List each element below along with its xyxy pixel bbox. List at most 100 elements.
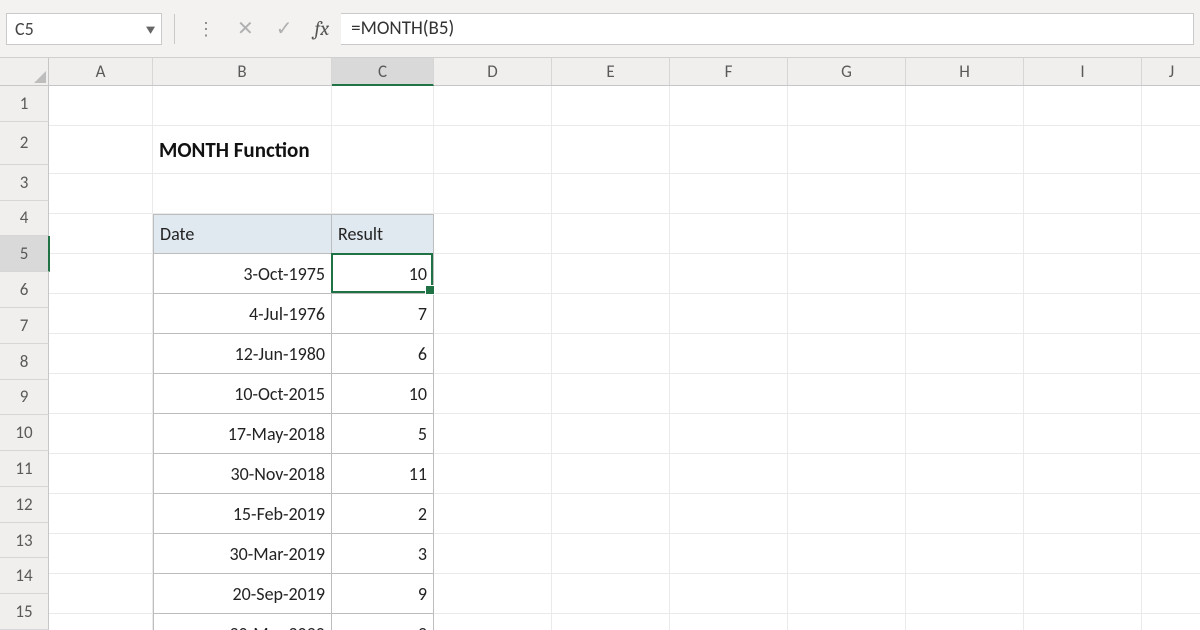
cell-G1[interactable] (788, 86, 906, 126)
row-header-9[interactable]: 9 (0, 380, 49, 416)
fx-icon[interactable]: fx (315, 17, 330, 40)
cell-J4[interactable] (1142, 214, 1200, 254)
row-header-13[interactable]: 13 (0, 523, 49, 559)
chevron-down-icon[interactable]: ▾ (146, 20, 155, 38)
row-header-15[interactable]: 15 (0, 594, 49, 630)
cell-E2[interactable] (552, 126, 670, 174)
cell-J14[interactable] (1142, 614, 1200, 630)
row-header-4[interactable]: 4 (0, 201, 49, 237)
cell-H8[interactable] (906, 374, 1024, 414)
cell-H3[interactable] (906, 174, 1024, 214)
cell-I14[interactable] (1024, 614, 1142, 630)
cell-H14[interactable] (906, 614, 1024, 630)
row-header-10[interactable]: 10 (0, 415, 49, 451)
row-header-14[interactable]: 14 (0, 558, 49, 594)
cell-D4[interactable] (434, 214, 552, 254)
cell-E1[interactable] (552, 86, 670, 126)
row-header-3[interactable]: 3 (0, 165, 49, 201)
cell-J6[interactable] (1142, 294, 1200, 334)
cell-H10[interactable] (906, 454, 1024, 494)
cell-C12[interactable]: 3 (332, 534, 434, 574)
cell-H9[interactable] (906, 414, 1024, 454)
cell-A8[interactable] (49, 374, 153, 414)
cell-D7[interactable] (434, 334, 552, 374)
cell-E11[interactable] (552, 494, 670, 534)
cell-A12[interactable] (49, 534, 153, 574)
cell-H1[interactable] (906, 86, 1024, 126)
cell-F11[interactable] (670, 494, 788, 534)
cell-C1[interactable] (332, 86, 434, 126)
cell-B4[interactable]: Date (153, 214, 332, 254)
cell-C6[interactable]: 7 (332, 294, 434, 334)
cell-H7[interactable] (906, 334, 1024, 374)
row-header-1[interactable]: 1 (0, 86, 49, 122)
cell-A7[interactable] (49, 334, 153, 374)
select-all-triangle[interactable] (0, 58, 49, 85)
column-header-b[interactable]: B (153, 58, 332, 85)
cell-B8[interactable]: 10-Oct-2015 (153, 374, 332, 414)
cell-J2[interactable] (1142, 126, 1200, 174)
cell-A3[interactable] (49, 174, 153, 214)
row-header-2[interactable]: 2 (0, 122, 49, 165)
cell-B3[interactable] (153, 174, 332, 214)
cell-I4[interactable] (1024, 214, 1142, 254)
cell-J8[interactable] (1142, 374, 1200, 414)
cell-G11[interactable] (788, 494, 906, 534)
row-header-8[interactable]: 8 (0, 344, 49, 380)
cell-F4[interactable] (670, 214, 788, 254)
cell-B14[interactable]: 30-Mar-2020 (153, 614, 332, 630)
column-header-e[interactable]: E (552, 58, 670, 85)
cell-G14[interactable] (788, 614, 906, 630)
cell-H13[interactable] (906, 574, 1024, 614)
cell-G4[interactable] (788, 214, 906, 254)
cell-G9[interactable] (788, 414, 906, 454)
cell-F12[interactable] (670, 534, 788, 574)
row-header-5[interactable]: 5 (0, 236, 50, 272)
cell-A2[interactable] (49, 126, 153, 174)
cell-F2[interactable] (670, 126, 788, 174)
cell-C3[interactable] (332, 174, 434, 214)
cell-E8[interactable] (552, 374, 670, 414)
column-header-f[interactable]: F (670, 58, 788, 85)
cell-E14[interactable] (552, 614, 670, 630)
cell-B12[interactable]: 30-Mar-2019 (153, 534, 332, 574)
column-header-h[interactable]: H (906, 58, 1024, 85)
cell-D14[interactable] (434, 614, 552, 630)
cell-I2[interactable] (1024, 126, 1142, 174)
cell-F13[interactable] (670, 574, 788, 614)
cell-F1[interactable] (670, 86, 788, 126)
cell-J9[interactable] (1142, 414, 1200, 454)
cell-F14[interactable] (670, 614, 788, 630)
cell-B5[interactable]: 3-Oct-1975 (153, 254, 332, 294)
cell-A9[interactable] (49, 414, 153, 454)
cell-B7[interactable]: 12-Jun-1980 (153, 334, 332, 374)
cell-F5[interactable] (670, 254, 788, 294)
cell-H2[interactable] (906, 126, 1024, 174)
cell-H5[interactable] (906, 254, 1024, 294)
cell-E5[interactable] (552, 254, 670, 294)
cell-D12[interactable] (434, 534, 552, 574)
cell-I6[interactable] (1024, 294, 1142, 334)
cancel-icon[interactable]: ✕ (237, 16, 254, 41)
cell-D8[interactable] (434, 374, 552, 414)
row-header-7[interactable]: 7 (0, 308, 49, 344)
cell-G8[interactable] (788, 374, 906, 414)
cell-D13[interactable] (434, 574, 552, 614)
cell-J10[interactable] (1142, 454, 1200, 494)
cell-E9[interactable] (552, 414, 670, 454)
formula-input[interactable]: =MONTH(B5) (341, 13, 1194, 45)
cell-D11[interactable] (434, 494, 552, 534)
cell-D2[interactable] (434, 126, 552, 174)
cell-A4[interactable] (49, 214, 153, 254)
cell-I9[interactable] (1024, 414, 1142, 454)
cell-F7[interactable] (670, 334, 788, 374)
cell-A6[interactable] (49, 294, 153, 334)
cell-H11[interactable] (906, 494, 1024, 534)
cell-C7[interactable]: 6 (332, 334, 434, 374)
cell-D6[interactable] (434, 294, 552, 334)
cell-B6[interactable]: 4-Jul-1976 (153, 294, 332, 334)
cell-J12[interactable] (1142, 534, 1200, 574)
column-header-a[interactable]: A (49, 58, 153, 85)
row-header-6[interactable]: 6 (0, 272, 49, 308)
cell-E6[interactable] (552, 294, 670, 334)
